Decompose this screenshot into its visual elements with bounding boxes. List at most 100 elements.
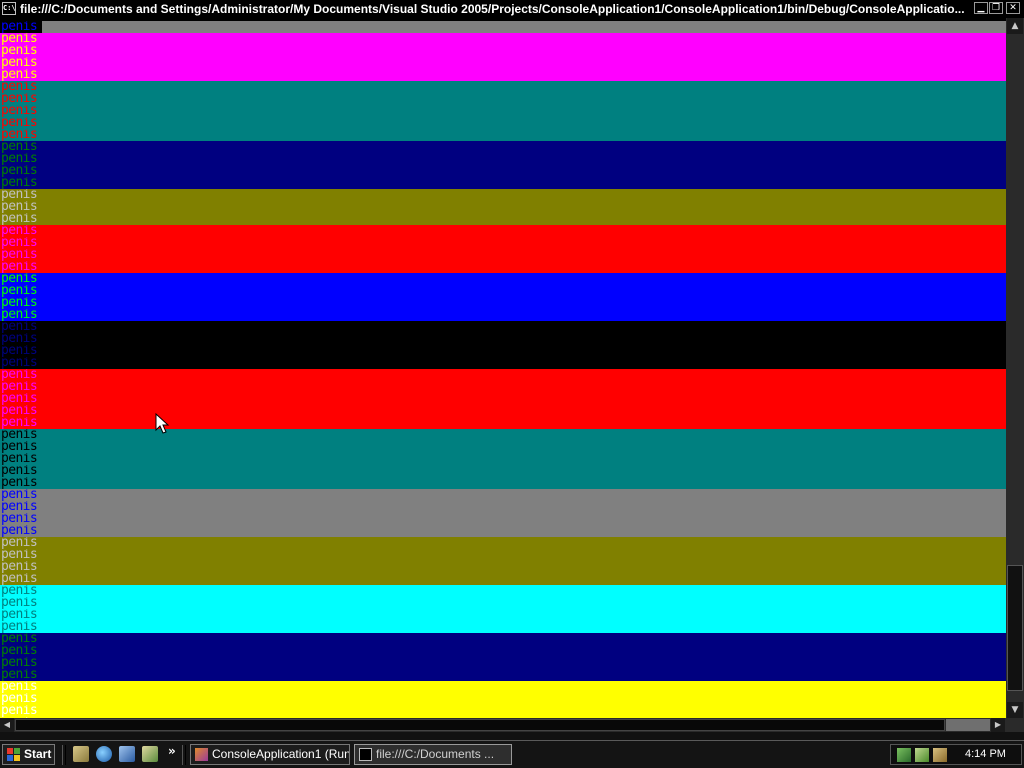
- scrollbar-corner: [1006, 718, 1024, 732]
- console-line-background: [42, 321, 1006, 333]
- taskbar-button-console[interactable]: file:///C:/Documents ...: [354, 744, 512, 765]
- console-line: penis: [0, 369, 1006, 381]
- internet-explorer-icon[interactable]: [96, 746, 112, 762]
- console-line: penis: [0, 321, 1006, 333]
- horizontal-scroll-track[interactable]: [946, 719, 990, 731]
- console-line-text: penis: [0, 285, 42, 297]
- console-line-background: [42, 33, 1006, 45]
- security-icon[interactable]: [915, 748, 929, 762]
- console-line-background: [42, 369, 1006, 381]
- console-line-background: [42, 21, 1006, 33]
- outlook-express-icon[interactable]: [119, 746, 135, 762]
- console-line-text: penis: [0, 333, 42, 345]
- console-line: penis: [0, 201, 1006, 213]
- console-line: penis: [0, 69, 1006, 81]
- console-line-text: penis: [0, 681, 42, 693]
- vertical-scroll-thumb[interactable]: [1007, 565, 1023, 692]
- console-line-text: penis: [0, 705, 42, 717]
- console-line-text: penis: [0, 33, 42, 45]
- vertical-scrollbar[interactable]: ▲ ▼: [1006, 18, 1024, 718]
- console-line-background: [42, 153, 1006, 165]
- taskbar: Start » ConsoleApplication1 (Run... file…: [0, 740, 1024, 768]
- console-line-text: penis: [0, 609, 42, 621]
- show-desktop-icon[interactable]: [73, 746, 89, 762]
- console-line-background: [42, 261, 1006, 273]
- scroll-down-button[interactable]: ▼: [1007, 702, 1023, 718]
- console-line-background: [42, 429, 1006, 441]
- console-line-text: penis: [0, 261, 42, 273]
- title-bar[interactable]: C:\ file:///C:/Documents and Settings/Ad…: [0, 0, 1024, 18]
- console-line-text: penis: [0, 201, 42, 213]
- start-button[interactable]: Start: [2, 744, 55, 765]
- logo-yellow-pane: [14, 755, 20, 761]
- console-line-background: [42, 417, 1006, 429]
- close-button[interactable]: ✕: [1006, 2, 1020, 14]
- taskbar-button-visual-studio[interactable]: ConsoleApplication1 (Run...: [190, 744, 350, 765]
- console-line-text: penis: [0, 597, 42, 609]
- console-line-background: [42, 525, 1006, 537]
- console-window-icon[interactable]: C:\: [2, 2, 16, 15]
- horizontal-scrollbar[interactable]: ◀ ▶: [0, 718, 1006, 732]
- console-line-background: [42, 489, 1006, 501]
- console-line-text: penis: [0, 81, 42, 93]
- console-line-text: penis: [0, 189, 42, 201]
- console-line-background: [42, 681, 1006, 693]
- mouse-cursor-icon: [155, 413, 170, 434]
- console-line: penis: [0, 141, 1006, 153]
- taskbar-button-label: ConsoleApplication1 (Run...: [212, 747, 350, 761]
- console-line-background: [42, 621, 1006, 633]
- console-line-background: [42, 273, 1006, 285]
- console-line-background: [42, 237, 1006, 249]
- console-line-text: penis: [0, 381, 42, 393]
- scroll-right-button[interactable]: ▶: [991, 718, 1005, 732]
- console-line-background: [42, 285, 1006, 297]
- console-line: penis: [0, 621, 1006, 633]
- console-line-text: penis: [0, 657, 42, 669]
- minimize-button[interactable]: ▁: [974, 2, 988, 14]
- console-line-text: penis: [0, 141, 42, 153]
- console-line: penis: [0, 21, 1006, 33]
- console-line: penis: [0, 213, 1006, 225]
- volume-icon[interactable]: [933, 748, 947, 762]
- network-icon[interactable]: [897, 748, 911, 762]
- console-line: penis: [0, 597, 1006, 609]
- console-output[interactable]: penis penis penis penis penis penis penis penis…: [0, 18, 1006, 718]
- console-line: penis: [0, 357, 1006, 369]
- console-line-text: penis: [0, 69, 42, 81]
- console-line-text: penis: [0, 273, 42, 285]
- console-line-background: [42, 177, 1006, 189]
- console-line-text: penis: [0, 93, 42, 105]
- console-line-background: [42, 453, 1006, 465]
- console-line-background: [42, 693, 1006, 705]
- clock[interactable]: 4:14 PM: [965, 745, 1006, 764]
- console-line-text: penis: [0, 177, 42, 189]
- console-line-background: [42, 165, 1006, 177]
- console-line: penis: [0, 489, 1006, 501]
- console-line-text: penis: [0, 633, 42, 645]
- scroll-left-button[interactable]: ◀: [0, 718, 14, 732]
- restore-button[interactable]: ❐: [989, 2, 1003, 14]
- console-line-text: penis: [0, 693, 42, 705]
- console-line-background: [42, 705, 1006, 717]
- console-line-background: [42, 117, 1006, 129]
- console-line-background: [42, 105, 1006, 117]
- console-line: penis: [0, 165, 1006, 177]
- console-line: penis: [0, 417, 1006, 429]
- console-line-background: [42, 645, 1006, 657]
- horizontal-scroll-thumb[interactable]: [15, 719, 945, 731]
- console-line: penis: [0, 645, 1006, 657]
- console-line-text: penis: [0, 369, 42, 381]
- quick-launch-more-icon[interactable]: »: [168, 744, 176, 758]
- console-line-text: penis: [0, 345, 42, 357]
- console-line: penis: [0, 657, 1006, 669]
- console-line: penis: [0, 285, 1006, 297]
- console-line-text: penis: [0, 45, 42, 57]
- console-line: penis: [0, 705, 1006, 717]
- console-line-text: penis: [0, 225, 42, 237]
- console-line-background: [42, 597, 1006, 609]
- console-line-background: [42, 561, 1006, 573]
- console-lines: penis penis penis penis penis penis penis penis…: [0, 21, 1006, 718]
- console-line-text: penis: [0, 21, 42, 33]
- search-icon[interactable]: [142, 746, 158, 762]
- scroll-up-button[interactable]: ▲: [1007, 18, 1023, 34]
